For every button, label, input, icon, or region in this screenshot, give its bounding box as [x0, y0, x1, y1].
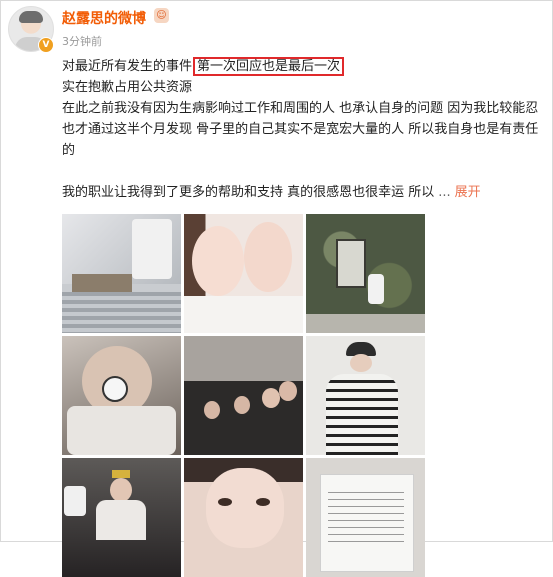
highlighted-phrase: 第一次回应也是最后一次: [193, 57, 345, 76]
expand-link[interactable]: 展开: [455, 185, 481, 200]
member-emoji-icon: ☺: [154, 8, 169, 23]
post-line-3: 在此之前我没有因为生病影响过工作和周围的人 也承认自身的问题 因为我比较能忍 也…: [62, 101, 539, 158]
username-link[interactable]: 赵露思的微博: [62, 8, 146, 28]
photo-hospital-flowers[interactable]: [62, 214, 181, 333]
photo-grid: [62, 214, 426, 577]
post-line-4-text: 我的职业让我得到了更多的帮助和支持 真的很感恩也很幸运 所以: [62, 185, 435, 200]
photo-closeup-face[interactable]: [184, 458, 303, 577]
post-line-1: 对最近所有发生的事件 第一次回应也是最后一次: [62, 56, 548, 77]
ellipsis: ...: [438, 185, 451, 200]
post-text: 对最近所有发生的事件 第一次回应也是最后一次 实在抱歉占用公共资源 在此之前我没有…: [62, 56, 548, 203]
verified-badge-icon: V: [38, 37, 54, 53]
photo-striped-cardigan[interactable]: [306, 336, 425, 455]
photo-birthday-party[interactable]: [62, 458, 181, 577]
post-timestamp[interactable]: 3分钟前: [62, 33, 102, 49]
post-line-1-text: 对最近所有发生的事件: [62, 59, 193, 74]
post-line-2: 实在抱歉占用公共资源: [62, 80, 193, 95]
photo-group-room[interactable]: [184, 336, 303, 455]
photo-girl-with-pets[interactable]: [62, 336, 181, 455]
photo-two-girls-selfie[interactable]: [184, 214, 303, 333]
photo-ivy-wall[interactable]: [306, 214, 425, 333]
post-line-4: 我的职业让我得到了更多的帮助和支持 真的很感恩也很幸运 所以... 展开: [62, 182, 548, 203]
photo-document-notes[interactable]: [306, 458, 425, 577]
